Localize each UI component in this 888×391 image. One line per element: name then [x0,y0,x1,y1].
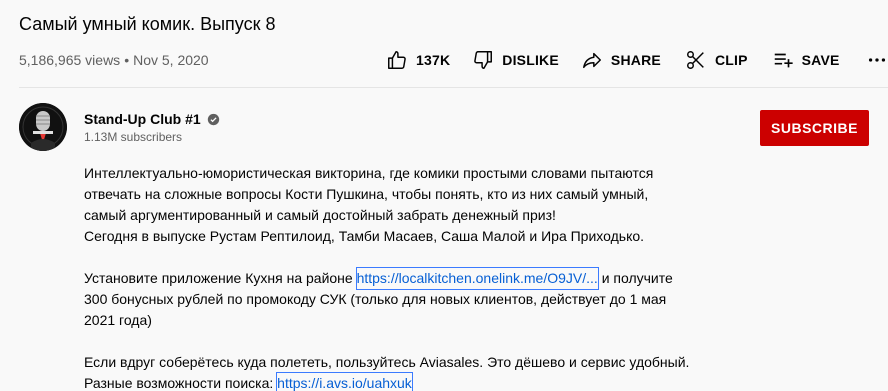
more-horiz-icon [868,58,885,62]
channel-avatar[interactable] [19,103,67,151]
share-button[interactable]: SHARE [581,49,661,71]
description-line: 2021 года) [84,312,152,328]
save-button[interactable]: SAVE [772,49,840,71]
description-text: Установите приложение Кухня на районе [84,270,357,286]
description-line: Сегодня в выпуске Рустам Рептилоид, Тамб… [84,228,645,244]
aviasales-link[interactable]: https://i.avs.io/uahxuk [277,375,412,391]
localkitchen-link[interactable]: https://localkitchen.onelink.me/O9JV/... [357,270,598,286]
playlist-add-icon [774,53,793,68]
more-actions-button[interactable] [866,49,888,71]
channel-name-text[interactable]: Stand-Up Club #1 [84,111,201,127]
share-icon [582,52,601,69]
description-line: отвечать на сложные вопросы Кости Пушкин… [84,186,649,202]
save-label: SAVE [801,52,840,68]
microphone-logo-icon [19,103,67,151]
subscriber-count: 1.13M subscribers [84,130,183,144]
description-line: Если вдруг соберётесь куда полететь, пол… [84,354,690,370]
like-button[interactable]: 137K [386,49,450,71]
channel-name[interactable]: Stand-Up Club #1 [84,111,220,127]
video-meta: 5,186,965 views • Nov 5, 2020 [19,52,209,68]
clip-label: CLIP [714,52,748,68]
localkitchen-link-box: https://localkitchen.onelink.me/O9JV/... [355,267,599,290]
thumbs-down-icon [474,51,493,69]
action-bar: 137K DISLIKE SHARE CLIP SAVE [386,48,888,72]
meta-separator: • [124,52,130,68]
verified-check-icon [207,113,219,125]
scissors-icon [686,51,704,69]
description-line: Разные возможности поиска: https://i.avs… [84,372,724,391]
aviasales-link-box: https://i.avs.io/uahxuk [276,372,413,391]
description-text: Разные возможности поиска: [84,375,278,391]
subscribe-button[interactable]: SUBSCRIBE [760,110,869,146]
section-divider [19,87,888,88]
publish-date: Nov 5, 2020 [133,52,209,68]
description-text: и получите [597,270,673,286]
video-description: Интеллектуально-юмористическая викторина… [84,163,724,391]
description-line: Установите приложение Кухня на районе ht… [84,267,724,290]
thumbs-up-icon [388,51,406,69]
dislike-label: DISLIKE [502,52,559,68]
view-count: 5,186,965 views [19,52,121,68]
share-label: SHARE [610,52,661,68]
description-line: Интеллектуально-юмористическая викторина… [84,165,654,181]
description-line: 300 бонусных рублей по промокоду СУК (то… [84,291,667,307]
description-line: самый аргументированный и самый достойны… [84,207,556,223]
clip-button[interactable]: CLIP [685,49,748,71]
like-count: 137K [416,52,451,68]
dislike-button[interactable]: DISLIKE [472,49,559,71]
video-title: Самый умный комик. Выпуск 8 [19,14,276,34]
